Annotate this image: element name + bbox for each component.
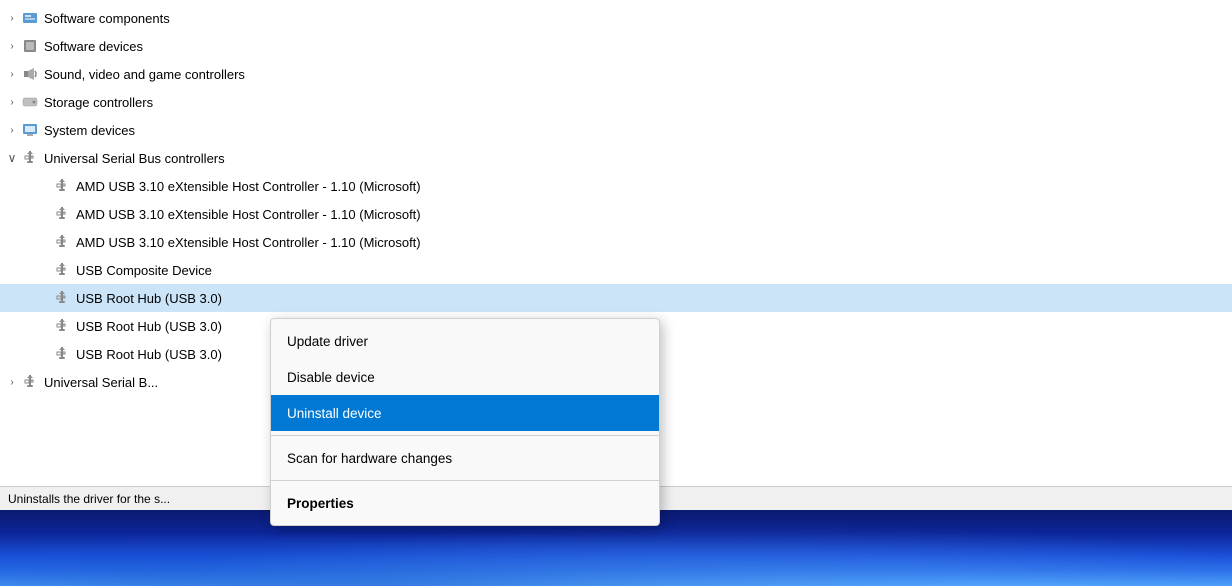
usb-icon [20,374,40,390]
status-text: Uninstalls the driver for the s... [8,492,170,506]
tree-item-label: Sound, video and game controllers [44,67,245,82]
sound-icon [20,66,40,82]
tree-item-label: USB Root Hub (USB 3.0) [76,347,222,362]
tree-item-amd-usb-2[interactable]: AMD USB 3.10 eXtensible Host Controller … [0,200,1232,228]
tree-item-usb-controllers[interactable]: ∨ Universal Serial Bus controllers [0,144,1232,172]
chevron-icon: › [4,41,20,52]
tree-item-label: AMD USB 3.10 eXtensible Host Controller … [76,207,421,222]
software-comp-icon [20,10,40,26]
tree-item-label: AMD USB 3.10 eXtensible Host Controller … [76,179,421,194]
chevron-icon: › [4,377,20,388]
context-menu-label: Disable device [287,370,375,385]
context-menu-label: Update driver [287,334,368,349]
chevron-icon: › [4,13,20,24]
usb-icon [52,262,72,278]
tree-item-label: Universal Serial B... [44,375,158,390]
context-menu-item-uninstall-device[interactable]: Uninstall device [271,395,659,431]
tree-item-usb-root-hub-1[interactable]: USB Root Hub (USB 3.0) [0,284,1232,312]
context-menu-item-disable-device[interactable]: Disable device [271,359,659,395]
chevron-icon: › [4,97,20,108]
tree-item-label: USB Root Hub (USB 3.0) [76,291,222,306]
device-manager: › Software components › Software devices › So… [0,0,1232,586]
tree-item-software-components[interactable]: › Software components [0,4,1232,32]
context-menu-label: Uninstall device [287,406,382,421]
context-menu-item-properties[interactable]: Properties [271,485,659,521]
usb-icon [20,150,40,166]
chevron-icon: › [4,69,20,80]
usb-icon [52,178,72,194]
storage-icon [20,94,40,110]
context-menu-item-scan-hardware[interactable]: Scan for hardware changes [271,440,659,476]
context-menu-separator [271,480,659,481]
usb-icon [52,234,72,250]
tree-item-usb-composite[interactable]: USB Composite Device [0,256,1232,284]
context-menu-separator [271,435,659,436]
tree-item-label: Software devices [44,39,143,54]
tree-item-label: USB Root Hub (USB 3.0) [76,319,222,334]
tree-item-system-devices[interactable]: › System devices [0,116,1232,144]
tree-item-amd-usb-1[interactable]: AMD USB 3.10 eXtensible Host Controller … [0,172,1232,200]
tree-item-amd-usb-3[interactable]: AMD USB 3.10 eXtensible Host Controller … [0,228,1232,256]
usb-icon [52,318,72,334]
system-icon [20,122,40,138]
tree-item-label: Universal Serial Bus controllers [44,151,225,166]
tree-item-label: Software components [44,11,170,26]
tree-item-label: AMD USB 3.10 eXtensible Host Controller … [76,235,421,250]
tree-item-label: USB Composite Device [76,263,212,278]
software-dev-icon [20,38,40,54]
tree-item-sound-video[interactable]: › Sound, video and game controllers [0,60,1232,88]
tree-item-label: System devices [44,123,135,138]
chevron-icon: › [4,125,20,136]
context-menu-label: Scan for hardware changes [287,451,452,466]
usb-icon [52,206,72,222]
tree-item-label: Storage controllers [44,95,153,110]
usb-icon [52,290,72,306]
context-menu: Update driver Disable device Uninstall dev… [270,318,660,526]
tree-item-software-devices[interactable]: › Software devices [0,32,1232,60]
tree-item-storage-controllers[interactable]: › Storage controllers [0,88,1232,116]
usb-icon [52,346,72,362]
context-menu-item-update-driver[interactable]: Update driver [271,323,659,359]
chevron-icon: ∨ [4,151,20,165]
context-menu-label: Properties [287,496,354,511]
